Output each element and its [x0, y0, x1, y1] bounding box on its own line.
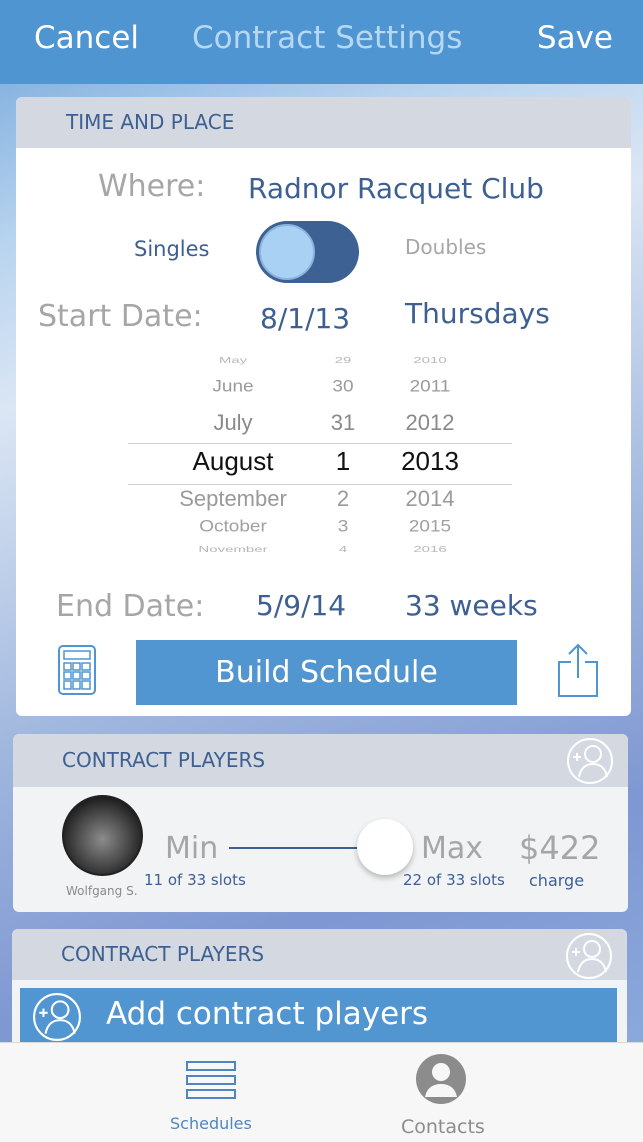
calculator-icon[interactable] [58, 645, 96, 695]
end-date-label: End Date: [56, 589, 205, 624]
where-value[interactable]: Radnor Racquet Club [248, 172, 544, 205]
max-slots: 22 of 33 slots [403, 871, 505, 889]
section-header-contract-players-2: CONTRACT PLAYERS [12, 929, 627, 980]
cancel-button[interactable]: Cancel [34, 20, 139, 56]
picker-year: 2011 [409, 378, 451, 396]
price-label: charge [529, 871, 585, 890]
singles-label: Singles [134, 237, 210, 261]
picker-year: 2014 [405, 486, 455, 511]
add-contract-players-button[interactable]: Add contract players [20, 988, 617, 1046]
picker-day: 29 [334, 356, 352, 366]
picker-year: 2016 [413, 545, 447, 555]
tab-contacts-label: Contacts [401, 1116, 485, 1138]
picker-day: 3 [337, 518, 349, 536]
picker-year: 2015 [408, 518, 452, 536]
picker-year: 2012 [405, 410, 455, 435]
add-player-icon[interactable] [566, 737, 614, 785]
picker-month: August [192, 446, 274, 476]
max-label: Max [421, 831, 484, 866]
nav-bar: Cancel Contract Settings Save [0, 0, 643, 84]
slots-slider-handle[interactable] [357, 819, 413, 875]
picker-month: September [179, 486, 287, 511]
section-header-time-place: TIME AND PLACE [16, 97, 631, 148]
start-date-label: Start Date: [38, 299, 203, 334]
share-icon[interactable] [557, 642, 599, 698]
add-player-icon[interactable] [565, 932, 613, 980]
singles-doubles-toggle[interactable] [256, 221, 359, 283]
picker-day: 2 [336, 486, 350, 511]
add-person-icon [33, 993, 81, 1041]
section-header-contract-players: CONTRACT PLAYERS [13, 734, 628, 787]
start-day-value: Thursdays [405, 297, 550, 330]
picker-month: October [199, 518, 267, 536]
picker-month: July [213, 410, 253, 435]
picker-month: November [198, 545, 268, 555]
picker-day: 30 [332, 378, 354, 396]
picker-year: 2010 [413, 356, 447, 366]
build-schedule-button[interactable]: Build Schedule [136, 640, 517, 705]
tab-contacts[interactable]: Contacts [380, 1043, 510, 1142]
picker-selection-line-top [128, 443, 512, 444]
price-value: $422 [519, 829, 601, 867]
picker-day: 31 [330, 410, 356, 435]
doubles-label: Doubles [405, 235, 487, 259]
picker-day: 1 [335, 446, 351, 476]
player-name: Wolfgang S. [66, 884, 138, 898]
tab-bar: Schedules Contacts [0, 1042, 643, 1142]
tab-schedules-label: Schedules [170, 1114, 252, 1133]
start-date-value[interactable]: 8/1/13 [260, 302, 350, 335]
date-picker[interactable]: May 29 2010 June 30 2011 July 31 2012 August 1 2013… [128, 352, 512, 567]
add-contract-players-card: CONTRACT PLAYERS Add contract players [12, 929, 627, 1049]
where-label: Where: [98, 169, 206, 204]
min-slots: 11 of 33 slots [144, 871, 246, 889]
picker-year: 2013 [401, 446, 459, 476]
player-avatar[interactable] [62, 795, 143, 876]
picker-month: June [212, 378, 254, 396]
picker-selection-line-bottom [128, 484, 512, 485]
min-label: Min [165, 831, 219, 866]
contract-players-card: CONTRACT PLAYERS Wolfgang S. Min 11 of 3… [13, 734, 628, 912]
picker-month: May [218, 356, 248, 366]
time-and-place-card: TIME AND PLACE Where: Radnor Racquet Clu… [16, 97, 631, 716]
page-title: Contract Settings [192, 20, 463, 56]
end-date-value[interactable]: 5/9/14 [256, 589, 346, 622]
add-contract-players-label: Add contract players [106, 996, 429, 1032]
contacts-icon [416, 1054, 466, 1104]
toggle-knob [259, 224, 315, 280]
tab-schedules[interactable]: Schedules [150, 1043, 270, 1142]
schedules-icon [186, 1061, 236, 1099]
save-button[interactable]: Save [537, 20, 613, 56]
picker-day: 4 [338, 545, 348, 555]
end-weeks-value: 33 weeks [405, 589, 538, 622]
